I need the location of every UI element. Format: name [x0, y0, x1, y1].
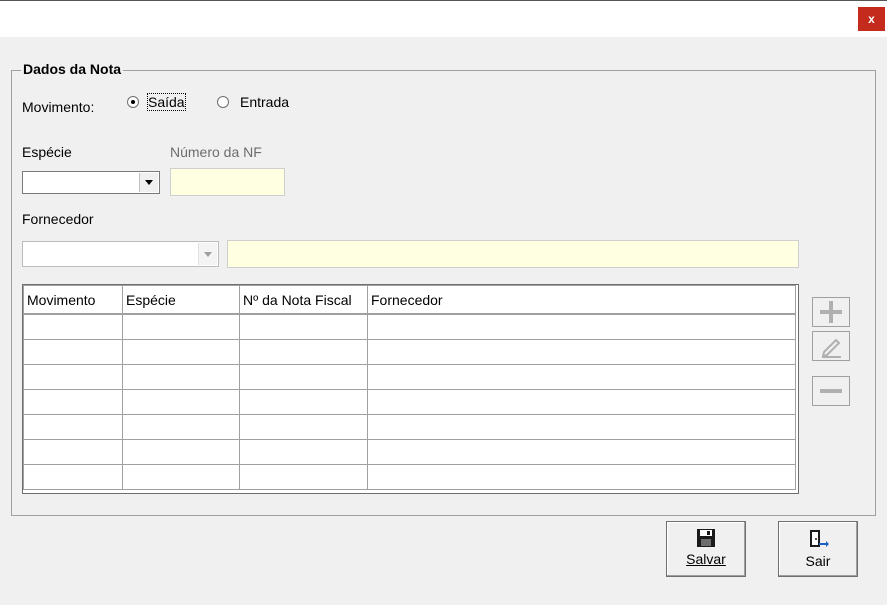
plus-icon: [820, 301, 842, 323]
table-cell[interactable]: [122, 313, 240, 340]
chevron-down-icon[interactable]: [139, 173, 158, 192]
fornecedor-combo[interactable]: [22, 241, 219, 267]
table-cell[interactable]: [239, 339, 368, 365]
pencil-icon: [821, 338, 841, 358]
table-cell[interactable]: [122, 339, 240, 365]
table-row[interactable]: [23, 389, 796, 415]
radio-entrada[interactable]: [217, 96, 229, 108]
radio-entrada-label[interactable]: Entrada: [240, 94, 289, 110]
column-header-especie[interactable]: Espécie: [122, 285, 240, 315]
especie-combo[interactable]: [22, 171, 160, 194]
save-button[interactable]: Salvar: [666, 521, 746, 577]
table-cell[interactable]: [23, 364, 123, 390]
table-cell[interactable]: [367, 339, 796, 365]
exit-door-icon: [810, 530, 829, 547]
table-cell[interactable]: [239, 464, 368, 490]
close-button[interactable]: x: [858, 7, 885, 31]
movimento-label: Movimento:: [22, 99, 95, 115]
table-cell[interactable]: [122, 464, 240, 490]
table-cell[interactable]: [122, 389, 240, 415]
table-cell[interactable]: [367, 389, 796, 415]
table-cell[interactable]: [367, 414, 796, 440]
floppy-disk-icon: [697, 529, 715, 547]
table-cell[interactable]: [23, 414, 123, 440]
save-label: Salvar: [686, 551, 726, 567]
table-row[interactable]: [23, 364, 796, 390]
table-cell[interactable]: [122, 364, 240, 390]
table-cell[interactable]: [23, 313, 123, 340]
table-row[interactable]: [23, 439, 796, 465]
group-title: Dados da Nota: [21, 61, 124, 77]
table-cell[interactable]: [367, 464, 796, 490]
radio-saida-label[interactable]: Saída: [147, 93, 186, 111]
table-cell[interactable]: [122, 439, 240, 465]
table-cell[interactable]: [367, 439, 796, 465]
exit-button[interactable]: Sair: [778, 521, 858, 577]
table-cell[interactable]: [239, 364, 368, 390]
add-button[interactable]: [812, 297, 850, 327]
table-cell[interactable]: [122, 414, 240, 440]
column-header-nota-fiscal[interactable]: Nº da Nota Fiscal: [239, 285, 368, 315]
table-cell[interactable]: [239, 313, 368, 340]
table-cell[interactable]: [367, 313, 796, 340]
grid-header-row: Movimento Espécie Nº da Nota Fiscal Forn…: [23, 285, 796, 315]
table-row[interactable]: [23, 339, 796, 365]
fornecedor-label: Fornecedor: [22, 211, 94, 227]
table-row[interactable]: [23, 313, 796, 340]
title-bar: x: [0, 0, 887, 37]
table-cell[interactable]: [23, 464, 123, 490]
notes-grid[interactable]: Movimento Espécie Nº da Nota Fiscal Forn…: [22, 284, 799, 494]
table-cell[interactable]: [367, 364, 796, 390]
table-row[interactable]: [23, 414, 796, 440]
column-header-fornecedor[interactable]: Fornecedor: [367, 285, 796, 315]
table-cell[interactable]: [23, 389, 123, 415]
exit-label: Sair: [805, 553, 831, 569]
column-header-movimento[interactable]: Movimento: [23, 285, 123, 315]
edit-button[interactable]: [812, 331, 850, 361]
table-cell[interactable]: [239, 414, 368, 440]
remove-button[interactable]: [812, 376, 850, 406]
minus-icon: [820, 389, 842, 393]
table-cell[interactable]: [23, 339, 123, 365]
table-cell[interactable]: [23, 439, 123, 465]
radio-saida[interactable]: [127, 96, 139, 108]
chevron-down-icon[interactable]: [198, 243, 217, 265]
fornecedor-name-input[interactable]: [227, 240, 799, 268]
table-row[interactable]: [23, 464, 796, 490]
table-cell[interactable]: [239, 439, 368, 465]
numero-nf-label: Número da NF: [170, 144, 262, 160]
table-cell[interactable]: [239, 389, 368, 415]
numero-nf-input[interactable]: [170, 168, 285, 196]
especie-label: Espécie: [22, 144, 72, 160]
